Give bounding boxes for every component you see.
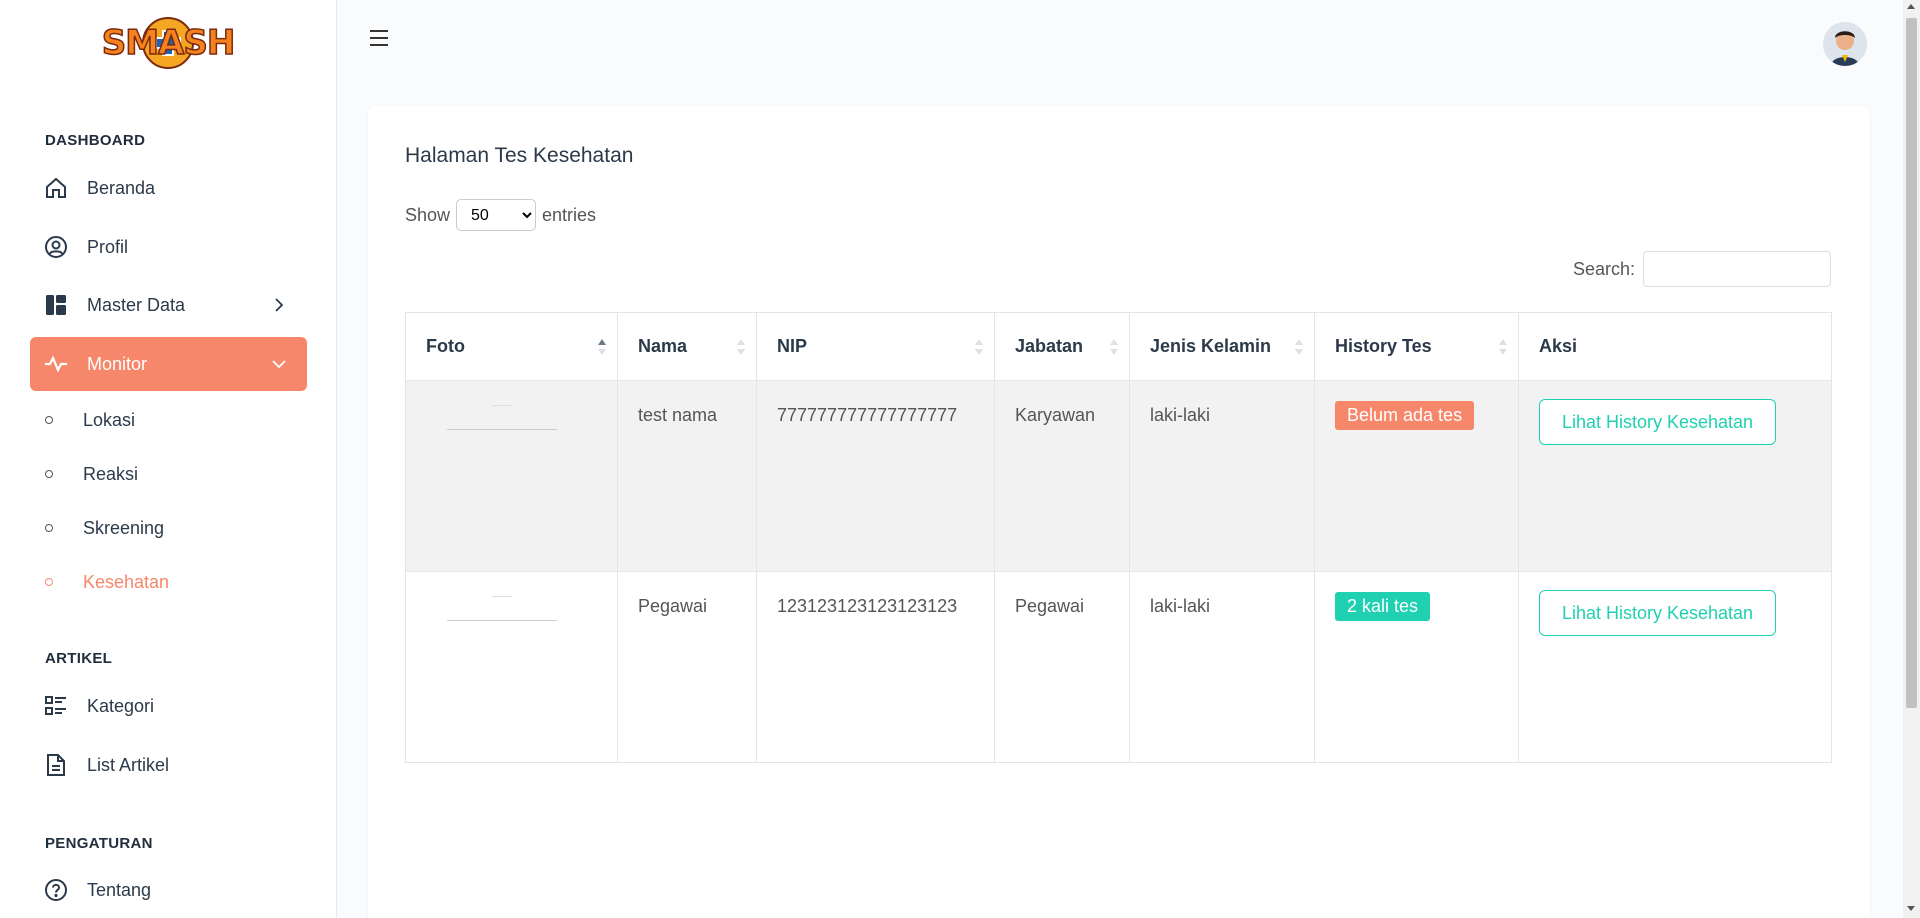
home-icon — [44, 176, 68, 200]
sidebar-subitem-kesehatan[interactable]: Kesehatan — [45, 567, 169, 597]
search-input[interactable] — [1643, 251, 1832, 287]
table-row: test nama 777777777777777777 Karyawan la… — [405, 380, 1832, 572]
avatar-image — [1823, 22, 1867, 66]
sort-icon — [737, 339, 745, 355]
foto-cell — [405, 380, 618, 572]
sidebar-item-label: Tentang — [87, 879, 152, 900]
scroll-down-arrow-icon[interactable] — [1907, 906, 1915, 911]
aksi-cell: Lihat History Kesehatan — [1518, 571, 1832, 763]
bullet-icon — [45, 470, 53, 478]
photo-placeholder — [447, 405, 557, 435]
vertical-scrollbar[interactable] — [1903, 0, 1920, 918]
sidebar-subitem-label: Skreening — [83, 517, 165, 538]
sidebar-item-label: Master Data — [87, 294, 186, 315]
user-circle-icon — [44, 235, 68, 259]
column-header-jabatan[interactable]: Jabatan — [994, 312, 1130, 381]
sidebar-subitem-lokasi[interactable]: Lokasi — [45, 405, 135, 435]
jabatan-cell: Pegawai — [994, 571, 1130, 763]
jenis-kelamin-cell: laki-laki — [1129, 380, 1315, 572]
sort-icon — [1295, 339, 1303, 355]
entries-label: entries — [542, 204, 597, 225]
sidebar-subitem-label: Kesehatan — [83, 571, 170, 592]
sidebar-subitem-label: Lokasi — [83, 409, 136, 430]
nip-cell: 777777777777777777 — [756, 380, 995, 572]
jenis-kelamin-cell: laki-laki — [1129, 571, 1315, 763]
status-badge: 2 kali tes — [1335, 592, 1431, 621]
sidebar-item-label: Beranda — [87, 177, 156, 198]
nama-cell: Pegawai — [617, 571, 757, 763]
smash-logo[interactable]: SMASH — [101, 16, 236, 70]
sidebar-item-label: Kategori — [87, 695, 155, 716]
chevron-down-icon — [272, 360, 286, 369]
sidebar-item-tentang[interactable]: Tentang — [30, 863, 307, 917]
column-header-history-tes[interactable]: History Tes — [1314, 312, 1519, 381]
bullet-icon — [45, 578, 53, 586]
sidebar-subitem-label: Reaksi — [83, 463, 139, 484]
sidebar-item-monitor[interactable]: Monitor — [30, 337, 307, 391]
bullet-icon — [45, 524, 53, 532]
nama-cell: test nama — [617, 380, 757, 572]
column-header-jenis-kelamin[interactable]: Jenis Kelamin — [1129, 312, 1315, 381]
document-icon — [44, 753, 68, 777]
page-title: Halaman Tes Kesehatan — [405, 144, 634, 167]
table-row: Pegawai 123123123123123123 Pegawai laki-… — [405, 571, 1832, 763]
column-header-nama[interactable]: Nama — [617, 312, 757, 381]
column-header-nip[interactable]: NIP — [756, 312, 995, 381]
chevron-right-icon — [275, 298, 284, 312]
dashboard-grid-icon — [44, 293, 68, 317]
section-dashboard: DASHBOARD — [45, 132, 146, 149]
sidebar-subitem-reaksi[interactable]: Reaksi — [45, 459, 138, 489]
heartbeat-icon — [44, 352, 68, 376]
sidebar-item-beranda[interactable]: Beranda — [30, 161, 307, 215]
sort-asc-icon — [598, 339, 606, 355]
search-label: Search: — [1573, 258, 1636, 279]
table-header-row: Foto Nama NIP Jabatan Jenis Kelamin Hist… — [405, 312, 1832, 381]
hamburger-menu-icon[interactable] — [370, 30, 392, 50]
sidebar: SMASH DASHBOARD Beranda Profil Master Da… — [0, 0, 337, 918]
sidebar-item-label: Profil — [87, 236, 129, 257]
search-control: Search: — [1573, 251, 1832, 287]
logo-text: SMASH — [101, 22, 236, 64]
scroll-up-arrow-icon[interactable] — [1907, 4, 1915, 9]
photo-placeholder — [447, 596, 557, 626]
sidebar-item-kategori[interactable]: Kategori — [30, 679, 307, 733]
column-header-foto[interactable]: Foto — [405, 312, 618, 381]
nip-cell: 123123123123123123 — [756, 571, 995, 763]
avatar[interactable] — [1823, 22, 1867, 66]
sidebar-item-list-artikel[interactable]: List Artikel — [30, 738, 307, 792]
sidebar-item-profil[interactable]: Profil — [30, 220, 307, 274]
aksi-cell: Lihat History Kesehatan — [1518, 380, 1832, 572]
section-artikel: ARTIKEL — [45, 650, 113, 667]
sidebar-item-master-data[interactable]: Master Data — [30, 278, 307, 332]
bullet-icon — [45, 416, 53, 424]
question-circle-icon — [44, 878, 68, 902]
column-header-aksi: Aksi — [1518, 312, 1832, 381]
page-size-control: Show 10 25 50 100 entries — [405, 199, 596, 231]
content-card: Halaman Tes Kesehatan Show 10 25 50 100 … — [368, 106, 1870, 918]
show-label: Show — [405, 204, 451, 225]
jabatan-cell: Karyawan — [994, 380, 1130, 572]
sort-icon — [1110, 339, 1118, 355]
status-badge: Belum ada tes — [1335, 401, 1475, 430]
list-category-icon — [44, 694, 68, 718]
sidebar-item-label: List Artikel — [87, 754, 170, 775]
section-pengaturan: PENGATURAN — [45, 835, 153, 852]
page-size-select[interactable]: 10 25 50 100 — [456, 199, 537, 231]
sidebar-subitem-skreening[interactable]: Skreening — [45, 513, 164, 543]
sidebar-item-label: Monitor — [87, 353, 148, 374]
view-health-history-button[interactable]: Lihat History Kesehatan — [1539, 590, 1776, 636]
view-health-history-button[interactable]: Lihat History Kesehatan — [1539, 399, 1776, 445]
history-cell: Belum ada tes — [1314, 380, 1519, 572]
sort-icon — [975, 339, 983, 355]
health-test-table: Foto Nama NIP Jabatan Jenis Kelamin Hist… — [405, 312, 1832, 763]
scrollbar-thumb[interactable] — [1906, 18, 1917, 708]
foto-cell — [405, 571, 618, 763]
history-cell: 2 kali tes — [1314, 571, 1519, 763]
sort-icon — [1499, 339, 1507, 355]
